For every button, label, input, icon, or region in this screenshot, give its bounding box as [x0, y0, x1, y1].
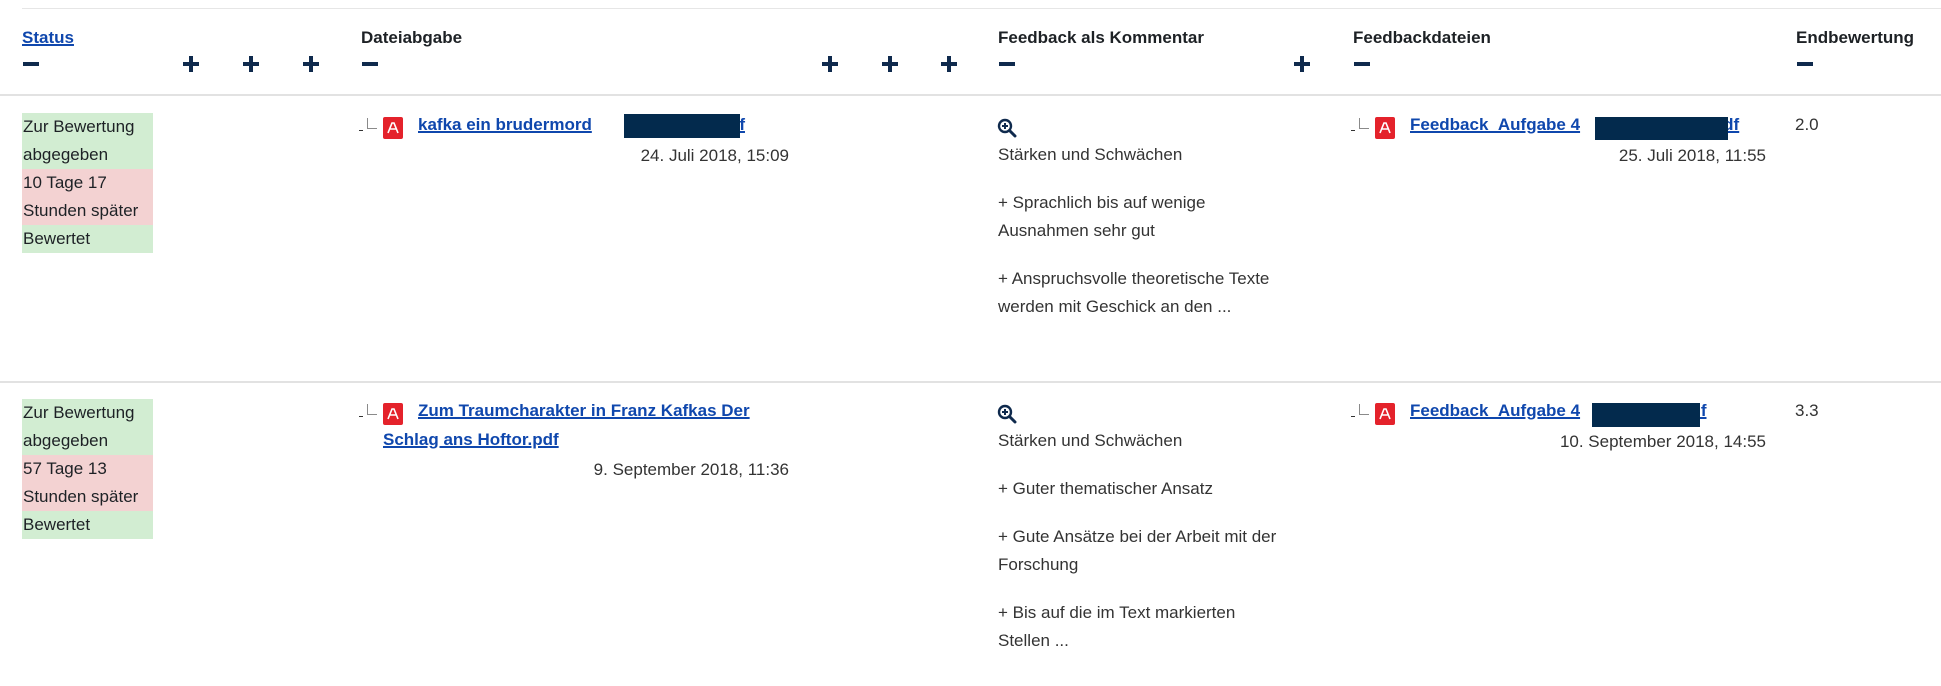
expand-column-icon[interactable] [301, 54, 321, 74]
feedback-comment: Stärken und Schwächen + Sprachlich bis a… [998, 141, 1278, 341]
column-header-status[interactable]: Status [22, 28, 74, 48]
status-line: 57 Tage 13 [22, 455, 153, 483]
column-header-feedbackdateien: Feedbackdateien [1353, 28, 1491, 47]
top-border [22, 8, 1941, 9]
collapse-feedbackdateien-icon[interactable] [1352, 54, 1372, 74]
row-separator [0, 381, 1941, 383]
status-line: Bewertet [22, 225, 153, 253]
feedback-line: Stärken und Schwächen [998, 145, 1183, 164]
feedback-line: + Gute Ansätze bei der Arbeit mit der Fo… [998, 527, 1277, 574]
collapse-status-icon[interactable] [21, 54, 41, 74]
file-tree-connector [1351, 404, 1369, 418]
feedback-line: + Sprachlich bis auf wenige Ausnahmen se… [998, 193, 1206, 240]
feedback-comment: Stärken und Schwächen + Guter thematisch… [998, 427, 1278, 675]
feedback-line: + Bis auf die im Text markierten Stellen… [998, 603, 1236, 650]
expand-column-icon[interactable] [820, 54, 840, 74]
expand-column-icon[interactable] [880, 54, 900, 74]
status-cell: Zur Bewertung abgegeben 57 Tage 13 Stund… [22, 399, 153, 539]
feedback-line: Stärken und Schwächen [998, 431, 1183, 450]
final-grade: 2.0 [1795, 115, 1819, 134]
status-line: Stunden später [22, 483, 153, 511]
submission-date: 9. September 2018, 11:36 [593, 460, 789, 479]
status-line: abgegeben [22, 141, 153, 169]
zoom-in-icon[interactable] [997, 118, 1017, 138]
column-header-endbewertung: Endbewertung [1796, 28, 1915, 47]
column-header-dateiabgabe: Dateiabgabe [361, 28, 463, 47]
submission-file-link-continued[interactable]: Schlag ans Hoftor.pdf [383, 430, 559, 450]
feedback-line: + Guter thematischer Ansatz [998, 479, 1213, 498]
status-line: 10 Tage 17 [22, 169, 153, 197]
final-grade: 3.3 [1795, 401, 1819, 420]
submission-file-link[interactable]: Zum Traumcharakter in Franz Kafkas Der [418, 401, 750, 421]
status-cell: Zur Bewertung abgegeben 10 Tage 17 Stund… [22, 113, 153, 253]
submission-date: 24. Juli 2018, 15:09 [640, 146, 789, 165]
status-line: Zur Bewertung [22, 113, 153, 141]
pdf-icon [383, 403, 403, 425]
feedback-file-date: 10. September 2018, 14:55 [1559, 432, 1766, 451]
collapse-dateiabgabe-icon[interactable] [360, 54, 380, 74]
status-line: Stunden später [22, 197, 153, 225]
file-tree-connector [359, 118, 377, 132]
collapse-feedback-icon[interactable] [997, 54, 1017, 74]
file-tree-connector [359, 404, 377, 418]
expand-column-icon[interactable] [939, 54, 959, 74]
expand-column-icon[interactable] [1292, 54, 1312, 74]
feedback-file-date: 25. Juli 2018, 11:55 [1618, 146, 1766, 165]
collapse-endbewertung-icon[interactable] [1795, 54, 1815, 74]
column-header-feedback-kommentar: Feedback als Kommentar [998, 28, 1204, 47]
pdf-icon [1375, 117, 1395, 139]
header-separator [0, 94, 1941, 96]
expand-column-icon[interactable] [241, 54, 261, 74]
zoom-in-icon[interactable] [997, 404, 1017, 424]
pdf-icon [383, 117, 403, 139]
status-line: abgegeben [22, 427, 153, 455]
redaction-block [1592, 403, 1700, 427]
redaction-block [624, 114, 740, 138]
redaction-block [1595, 117, 1728, 140]
pdf-icon [1375, 403, 1395, 425]
expand-column-icon[interactable] [181, 54, 201, 74]
feedback-line: + Anspruchsvolle theoretische Texte werd… [998, 269, 1270, 316]
file-tree-connector [1351, 118, 1369, 132]
status-line: Bewertet [22, 511, 153, 539]
status-line: Zur Bewertung [22, 399, 153, 427]
